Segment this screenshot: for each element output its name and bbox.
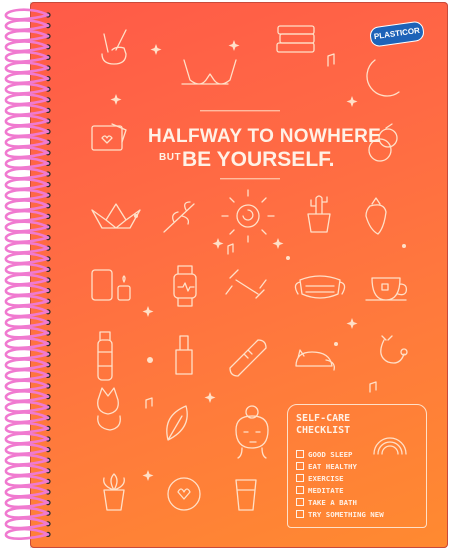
spiral-coil — [4, 156, 50, 169]
spiral-coil — [4, 305, 50, 318]
envelope-heart-icon — [91, 123, 127, 151]
spiral-coil — [4, 273, 50, 286]
spiral-coil — [4, 199, 50, 212]
spiral-coil — [4, 252, 50, 265]
jar-candle-icon — [91, 269, 131, 301]
sleeping-cat-icon — [295, 349, 335, 371]
spiral-coil — [4, 464, 50, 477]
checklist-item: MEDITATE — [296, 485, 384, 497]
spiral-coil — [4, 72, 50, 85]
leaf-icon — [163, 201, 195, 233]
spiral-coil — [4, 294, 50, 307]
books-icon — [276, 25, 315, 53]
spiral-coil — [4, 241, 50, 254]
checklist-item: TRY SOMETHING NEW — [296, 509, 384, 521]
spiral-coil — [4, 61, 50, 74]
spiral-coil — [4, 103, 50, 116]
headline-line-2: BE YOURSELF. — [182, 148, 335, 171]
sun-icon — [221, 189, 275, 243]
spiral-coil — [4, 379, 50, 392]
spiral-coil — [4, 209, 50, 222]
spiral-coil — [4, 146, 50, 159]
spiral-coil — [4, 29, 50, 42]
spiral-coil — [4, 485, 50, 498]
dumbbell-icon — [225, 269, 267, 299]
spiral-coil — [4, 453, 50, 466]
spiral-coil — [4, 358, 50, 371]
checklist-item: EXERCISE — [296, 473, 384, 485]
spiral-coil — [4, 178, 50, 191]
glass-icon — [235, 479, 257, 511]
spiral-coil — [4, 8, 50, 21]
spiral-coil — [4, 135, 50, 148]
spiral-coil — [4, 432, 50, 445]
heart-plate-icon — [167, 477, 201, 511]
bra-icon — [181, 59, 237, 85]
spiral-coil — [4, 421, 50, 434]
spiral-coil — [4, 443, 50, 456]
checklist-item: TAKE A BATH — [296, 497, 384, 509]
monstera-leaf-icon — [166, 405, 188, 441]
spiral-coil — [4, 496, 50, 509]
strawberry-icon — [365, 197, 387, 235]
self-care-checklist: SELF-CARE CHECKLIST GOOD SLEEP EAT HEALT… — [287, 404, 427, 528]
spiral-coil — [4, 337, 50, 350]
spiral-coil — [4, 517, 50, 530]
checklist-items: GOOD SLEEP EAT HEALTHY EXERCISE MEDITATE… — [296, 449, 384, 521]
spiral-coil — [4, 315, 50, 328]
spiral-coil — [4, 167, 50, 180]
music-note-decorations — [145, 53, 377, 409]
spiral-coil — [4, 506, 50, 519]
spiral-coil — [4, 19, 50, 32]
stethoscope-icon — [380, 335, 408, 364]
nail-polish-icon — [175, 335, 193, 375]
checklist-item: EAT HEALTHY — [296, 461, 384, 473]
spiral-coil — [4, 347, 50, 360]
spiral-coil — [4, 390, 50, 403]
bandage-icon — [229, 339, 267, 377]
checklist-item: GOOD SLEEP — [296, 449, 384, 461]
moon-icon — [366, 59, 400, 97]
spiral-coil — [4, 114, 50, 127]
paper-crane-icon — [91, 203, 141, 229]
spiral-coil — [4, 368, 50, 381]
face-mask-icon — [294, 275, 346, 299]
spiral-coil — [4, 400, 50, 413]
headline-line-2-prefix: BUT — [159, 152, 182, 163]
spiral-coil — [4, 125, 50, 138]
potted-succulent-icon — [103, 473, 125, 511]
spiral-coil — [4, 50, 50, 63]
spiral-coil — [4, 262, 50, 275]
spiral-coil — [4, 188, 50, 201]
spiral-coil — [4, 40, 50, 53]
spiral-coil — [4, 231, 50, 244]
spiral-coil — [4, 82, 50, 95]
spiral-binding — [4, 8, 51, 540]
spiral-coil — [4, 220, 50, 233]
spiral-coil — [4, 93, 50, 106]
woman-face-icon — [235, 405, 269, 459]
cactus-icon — [307, 195, 331, 233]
corgi-icon — [97, 387, 121, 431]
peace-hand-icon — [101, 29, 127, 65]
spiral-coil — [4, 474, 50, 487]
spiral-coil — [4, 527, 50, 540]
tea-cup-icon — [365, 277, 408, 301]
spiral-coil — [4, 326, 50, 339]
checklist-title: SELF-CARE CHECKLIST — [296, 413, 351, 436]
water-bottle-icon — [97, 331, 113, 381]
spiral-coil — [4, 411, 50, 424]
smartwatch-icon — [173, 265, 197, 307]
spiral-coil — [4, 284, 50, 297]
headline-line-1: HALFWAY TO NOWHERE — [148, 126, 382, 147]
